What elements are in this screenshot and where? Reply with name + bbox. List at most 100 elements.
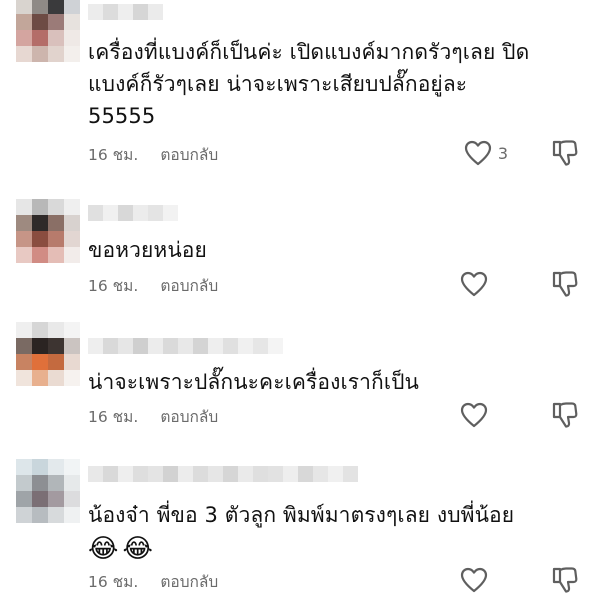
username-blurred[interactable] (88, 338, 283, 354)
username-pixel (268, 338, 283, 354)
avatar-pixel (64, 215, 80, 231)
avatar-pixel (32, 0, 48, 14)
username-pixel (118, 205, 133, 221)
avatar-pixel (48, 354, 64, 370)
avatar-pixel (48, 30, 64, 46)
avatar[interactable] (16, 322, 80, 386)
comment-text: ขอหวยหน่อย (88, 238, 207, 262)
heart-icon (464, 140, 491, 166)
avatar-pixel (64, 507, 80, 523)
username-pixel (148, 205, 163, 221)
avatar-pixel (32, 46, 48, 62)
timestamp: 16 ชม. (88, 407, 139, 426)
avatar-pixel (16, 354, 32, 370)
username-pixel (238, 466, 253, 482)
like-button[interactable] (460, 567, 494, 593)
username-pixel (133, 466, 148, 482)
avatar-pixel (16, 370, 32, 386)
username-pixel (148, 466, 163, 482)
avatar-pixel (48, 231, 64, 247)
avatar-pixel (48, 14, 64, 30)
avatar-pixel (32, 215, 48, 231)
like-button[interactable] (460, 271, 494, 297)
reply-button[interactable]: ตอบกลับ (160, 569, 218, 594)
avatar-pixel (48, 0, 64, 14)
avatar-pixel (48, 475, 64, 491)
reply-button[interactable]: ตอบกลับ (160, 404, 218, 429)
username-pixel (328, 466, 343, 482)
avatar[interactable] (16, 0, 80, 62)
avatar-pixel (16, 475, 32, 491)
like-button[interactable] (460, 402, 494, 428)
avatar-pixel (32, 354, 48, 370)
username-pixel (313, 466, 328, 482)
username-pixel (163, 338, 178, 354)
username-pixel (343, 466, 358, 482)
dislike-button[interactable] (552, 270, 578, 298)
comment-meta: 16 ชม. ตอบกลับ (88, 143, 218, 165)
username-blurred[interactable] (88, 205, 178, 221)
avatar-pixel (32, 459, 48, 475)
avatar-pixel (48, 199, 64, 215)
avatar-pixel (48, 491, 64, 507)
dislike-button[interactable] (552, 566, 578, 594)
username-pixel (88, 338, 103, 354)
like-button[interactable]: 3 (464, 140, 508, 166)
avatar-pixel (64, 354, 80, 370)
avatar-pixel (48, 215, 64, 231)
avatar-pixel (32, 14, 48, 30)
avatar-pixel (32, 491, 48, 507)
comment-actions (460, 269, 578, 299)
avatar-pixel (16, 247, 32, 263)
username-pixel (88, 466, 103, 482)
username-pixel (103, 4, 118, 20)
username-pixel (133, 338, 148, 354)
thumbs-down-icon (552, 271, 578, 297)
dislike-button[interactable] (552, 139, 578, 167)
dislike-button[interactable] (552, 401, 578, 429)
avatar-pixel (16, 199, 32, 215)
timestamp: 16 ชม. (88, 145, 139, 164)
comment-actions (460, 565, 578, 595)
reply-button[interactable]: ตอบกลับ (160, 273, 218, 298)
avatar-pixel (32, 475, 48, 491)
avatar-pixel (48, 370, 64, 386)
username-pixel (178, 466, 193, 482)
avatar-pixel (32, 322, 48, 338)
username-blurred[interactable] (88, 4, 163, 20)
avatar-pixel (64, 491, 80, 507)
avatar-pixel (64, 199, 80, 215)
avatar-pixel (16, 30, 32, 46)
username-pixel (253, 466, 268, 482)
username-pixel (208, 466, 223, 482)
comment-text: เครื่องที่แบงค์ก็เป็นค่ะ เปิดแบงค์มากดรั… (88, 40, 530, 128)
avatar-pixel (16, 491, 32, 507)
avatar-pixel (64, 338, 80, 354)
laughing-emoji: 😂 (122, 534, 153, 564)
username-pixel (193, 466, 208, 482)
comment-actions: 3 (464, 138, 578, 168)
avatar-pixel (64, 30, 80, 46)
avatar-pixel (16, 0, 32, 14)
thumbs-down-icon (552, 402, 578, 428)
username-blurred[interactable] (88, 466, 358, 482)
username-pixel (148, 4, 163, 20)
username-pixel (118, 4, 133, 20)
username-pixel (88, 205, 103, 221)
avatar-pixel (64, 459, 80, 475)
avatar[interactable] (16, 199, 80, 263)
avatar-pixel (48, 46, 64, 62)
avatar-pixel (32, 507, 48, 523)
avatar-pixel (64, 0, 80, 14)
username-pixel (103, 466, 118, 482)
avatar-pixel (16, 46, 32, 62)
comment-meta: 16 ชม. ตอบกลับ (88, 274, 218, 296)
username-pixel (208, 338, 223, 354)
reply-button[interactable]: ตอบกลับ (160, 142, 218, 167)
avatar[interactable] (16, 459, 80, 523)
heart-icon (460, 271, 488, 297)
avatar-pixel (64, 231, 80, 247)
avatar-pixel (32, 247, 48, 263)
username-pixel (283, 466, 298, 482)
username-pixel (163, 205, 178, 221)
